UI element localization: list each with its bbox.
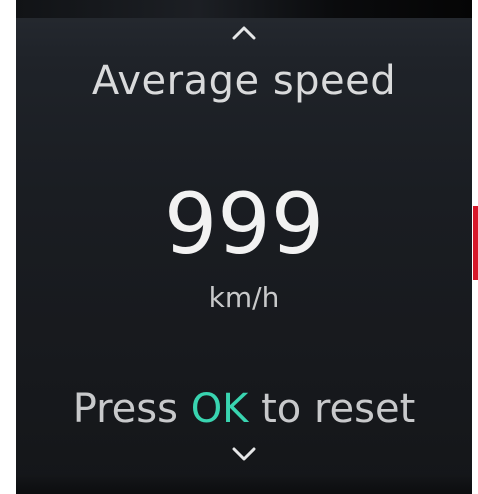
speed-unit: km/h xyxy=(208,281,280,314)
top-edge xyxy=(16,0,472,18)
trip-computer-display: Average speed 999 km/h Press OK to reset xyxy=(16,0,472,494)
indicator-bar xyxy=(473,206,478,280)
chevron-up-icon[interactable] xyxy=(224,20,264,44)
bottom-edge xyxy=(16,474,472,494)
screen-title: Average speed xyxy=(91,58,397,104)
chevron-down-icon[interactable] xyxy=(224,443,264,467)
hint-suffix: to reset xyxy=(248,386,416,432)
speed-value: 999 xyxy=(163,175,325,273)
hint-prefix: Press xyxy=(72,386,191,432)
reset-hint: Press OK to reset xyxy=(16,386,472,432)
ok-key-label: OK xyxy=(190,386,249,432)
